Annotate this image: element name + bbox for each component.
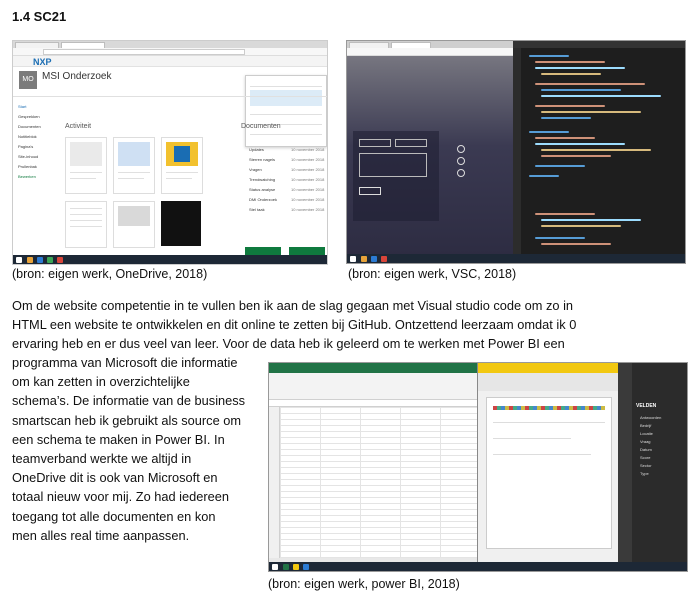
paragraph-line: om kan zetten in overzichtelijke [12,374,190,390]
paragraph-line: schema’s. De informatie van de business [12,393,246,409]
activity-card [161,201,201,246]
paragraph-line: totaal nieuw voor mij. Zo had iedereen [12,489,229,505]
field-item[interactable]: Type [640,471,649,476]
paragraph-line: OneDrive dit is ook van Microsoft en [12,470,218,486]
nav-item[interactable]: Bewerken [18,174,36,179]
windows-taskbar [269,562,687,571]
document-date: 10 november 2018 [291,167,325,172]
body-paragraph: Om de website competentie in te vullen b… [12,296,682,354]
onedrive-screenshot: NXP MO MSI Onderzoek Start Gesprekken Do… [12,40,328,265]
fields-panel-title: VELDEN [636,403,657,409]
paragraph-line: HTML een website te ontwikkelen en dit o… [12,317,577,333]
nav-item[interactable]: Prullenbak [18,164,37,169]
field-item[interactable]: Vraag [640,439,651,444]
nav-item[interactable]: Site-inhoud [18,154,38,159]
nav-item[interactable]: Pagina's [18,144,33,149]
paragraph-line: programma van Microsoft die informatie [12,355,238,370]
green-button[interactable] [289,247,325,255]
nav-item[interactable]: Gesprekken [18,114,40,119]
activity-card [113,137,155,194]
document-name[interactable]: DMI Onderzoek [249,197,277,202]
code-editor [525,51,681,251]
document-date: 10 november 2018 [291,147,325,152]
document-name[interactable]: Sterren nagels [249,157,275,162]
spreadsheet-grid[interactable] [280,407,477,558]
caption-onedrive: (bron: eigen werk, OneDrive, 2018) [12,267,208,281]
browser-pane [347,41,513,263]
windows-taskbar [347,254,685,263]
document-name[interactable]: Status analyse [249,187,275,192]
report-page [486,397,612,549]
address-bar [13,48,327,56]
nav-item[interactable]: Start [18,104,26,109]
site-title: MSI Onderzoek [42,71,112,82]
paragraph-line: men alles real time aanpassen. [12,527,190,543]
field-item[interactable]: Locatie [640,431,653,436]
browser-tabbar [13,41,327,48]
excel-ribbon [269,373,477,400]
powerbi-canvas-pane [477,363,618,564]
field-item[interactable]: Datum [640,447,652,452]
powerbi-screenshot: VELDEN Antwoorden Bedrijf Locatie Vraag … [268,362,688,572]
avatar: MO [19,71,37,89]
activity-card [161,137,203,194]
document-date: 10 november 2018 [291,197,325,202]
contact-form [353,131,439,221]
paragraph-line: ervaring heb en er dus veel van leer. Vo… [12,336,565,352]
paragraph-line: Om de website competentie in te vullen b… [12,298,574,313]
field-item[interactable]: Score [640,455,650,460]
caption-vsc: (bron: eigen werk, VSC, 2018) [348,267,517,281]
documents-list: Updates 10 november 2018 Sterren nagels … [241,137,325,247]
excel-pane [269,363,477,564]
brand-logo: NXP [33,57,52,67]
activity-card [65,201,107,248]
green-button[interactable] [245,247,281,255]
field-item[interactable]: Antwoorden [640,415,661,420]
nav-item[interactable]: Notitieblok [18,134,37,139]
vsc-screenshot [346,40,686,264]
section-heading: 1.4 SC21 [12,9,67,24]
document-name[interactable]: Trendwatching [249,177,275,182]
field-item[interactable]: Sector [640,463,652,468]
document-name[interactable]: Updates [249,147,264,152]
document-name[interactable]: Vragen [249,167,262,172]
windows-taskbar [13,255,327,264]
vsc-activitybar [513,48,521,254]
powerbi-fields-panel: VELDEN Antwoorden Bedrijf Locatie Vraag … [618,363,687,564]
document-date: 10 november 2018 [291,157,325,162]
excel-ribbon-header [269,363,477,373]
paragraph-line: een schema te maken in Power BI. In [12,431,225,447]
paragraph-line: smartscan heb ik gebruikt als source om [12,412,242,428]
nav-item[interactable]: Documenten [18,124,41,129]
activity-card [113,201,155,248]
document-date: 10 november 2018 [291,207,325,212]
formula-bar [269,400,477,407]
caption-powerbi: (bron: eigen werk, power BI, 2018) [268,577,460,591]
paragraph-line: teamverband werkte we altijd in [12,451,192,467]
document-name[interactable]: Stel taak [249,207,265,212]
document-date: 10 november 2018 [291,187,325,192]
activity-label: Activiteit [65,123,92,130]
sharepoint-topbar [13,56,327,67]
vsc-titlebar [513,41,685,48]
left-nav: Start Gesprekken Documenten Notitieblok … [15,101,49,241]
activity-card [65,137,107,194]
paragraph-line: toegang tot alle documenten en kon [12,508,216,524]
documents-label: Documenten [241,123,281,130]
document-date: 10 november 2018 [291,177,325,182]
body-paragraph-wrapped: programma van Microsoft die informatie o… [12,353,272,545]
field-item[interactable]: Bedrijf [640,423,651,428]
